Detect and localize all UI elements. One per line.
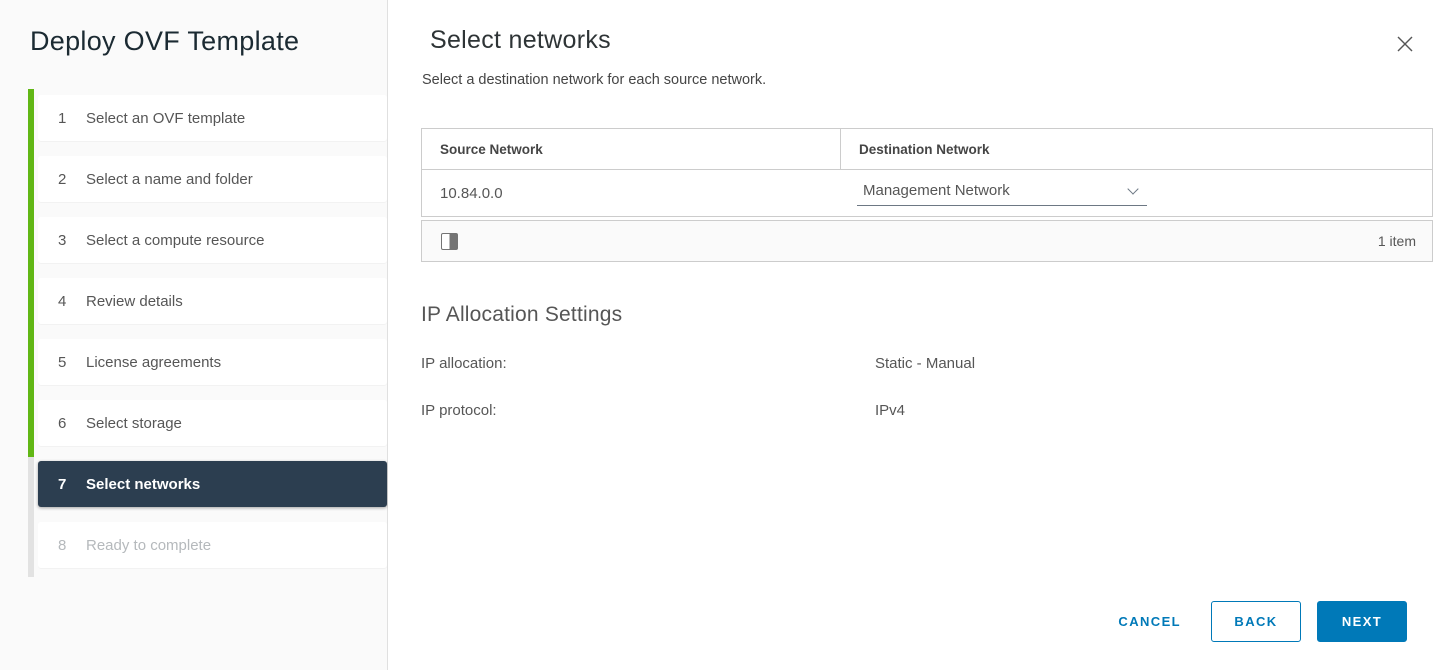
table-footer: 1 item (421, 220, 1433, 262)
table-row: 10.84.0.0 Management Network (422, 170, 1432, 216)
page-subtitle: Select a destination network for each so… (422, 72, 766, 88)
ip-allocation-label: IP allocation: (421, 355, 507, 372)
ip-protocol-label: IP protocol: (421, 402, 497, 419)
step-label: Select storage (86, 415, 182, 432)
chevron-down-icon (1127, 183, 1138, 194)
column-header-destination-network: Destination Network (841, 142, 990, 157)
step-number: 4 (58, 293, 72, 310)
page-title: Select networks (430, 26, 611, 55)
wizard-content-pane: Select networks Select a destination net… (388, 0, 1437, 670)
step-number: 7 (58, 476, 72, 493)
column-toggle-icon[interactable] (441, 233, 458, 250)
step-select-name-folder[interactable]: 2 Select a name and folder (38, 156, 387, 202)
progress-track-completed (28, 89, 34, 457)
wizard-button-bar: CANCEL BACK NEXT (1104, 601, 1407, 642)
selected-network-value: Management Network (863, 182, 1010, 199)
close-icon[interactable] (1393, 32, 1417, 56)
column-header-source-network: Source Network (422, 129, 841, 169)
step-number: 8 (58, 537, 72, 554)
destination-network-select[interactable]: Management Network (857, 180, 1147, 206)
step-number: 2 (58, 171, 72, 188)
back-button[interactable]: BACK (1211, 601, 1301, 642)
progress-track-remaining (28, 457, 34, 577)
step-label: Review details (86, 293, 183, 310)
step-select-ovf-template[interactable]: 1 Select an OVF template (38, 95, 387, 141)
step-select-storage[interactable]: 6 Select storage (38, 400, 387, 446)
item-count: 1 item (1378, 233, 1416, 249)
ip-allocation-row: IP allocation: Static - Manual (421, 355, 507, 372)
ip-protocol-value: IPv4 (875, 402, 905, 419)
step-select-networks-active[interactable]: 7 Select networks (38, 461, 387, 507)
step-label: Select networks (86, 476, 200, 493)
step-select-compute-resource[interactable]: 3 Select a compute resource (38, 217, 387, 263)
ip-allocation-value: Static - Manual (875, 355, 975, 372)
step-label: Select an OVF template (86, 110, 245, 127)
step-label: Ready to complete (86, 537, 211, 554)
source-network-cell: 10.84.0.0 (422, 185, 841, 202)
step-label: License agreements (86, 354, 221, 371)
step-number: 5 (58, 354, 72, 371)
step-ready-to-complete: 8 Ready to complete (38, 522, 387, 568)
wizard-sidebar: Deploy OVF Template 1 Select an OVF temp… (0, 0, 388, 670)
ip-protocol-row: IP protocol: IPv4 (421, 402, 497, 419)
step-number: 1 (58, 110, 72, 127)
step-review-details[interactable]: 4 Review details (38, 278, 387, 324)
wizard-title: Deploy OVF Template (30, 26, 299, 57)
table-header-row: Source Network Destination Network (422, 129, 1432, 170)
cancel-button[interactable]: CANCEL (1104, 601, 1195, 642)
network-mapping-table: Source Network Destination Network 10.84… (421, 128, 1433, 262)
step-number: 3 (58, 232, 72, 249)
wizard-steps: 1 Select an OVF template 2 Select a name… (38, 95, 387, 583)
step-label: Select a compute resource (86, 232, 264, 249)
step-number: 6 (58, 415, 72, 432)
next-button[interactable]: NEXT (1317, 601, 1407, 642)
step-label: Select a name and folder (86, 171, 253, 188)
step-license-agreements[interactable]: 5 License agreements (38, 339, 387, 385)
ip-allocation-heading: IP Allocation Settings (421, 303, 622, 327)
destination-network-cell: Management Network (841, 180, 1147, 206)
